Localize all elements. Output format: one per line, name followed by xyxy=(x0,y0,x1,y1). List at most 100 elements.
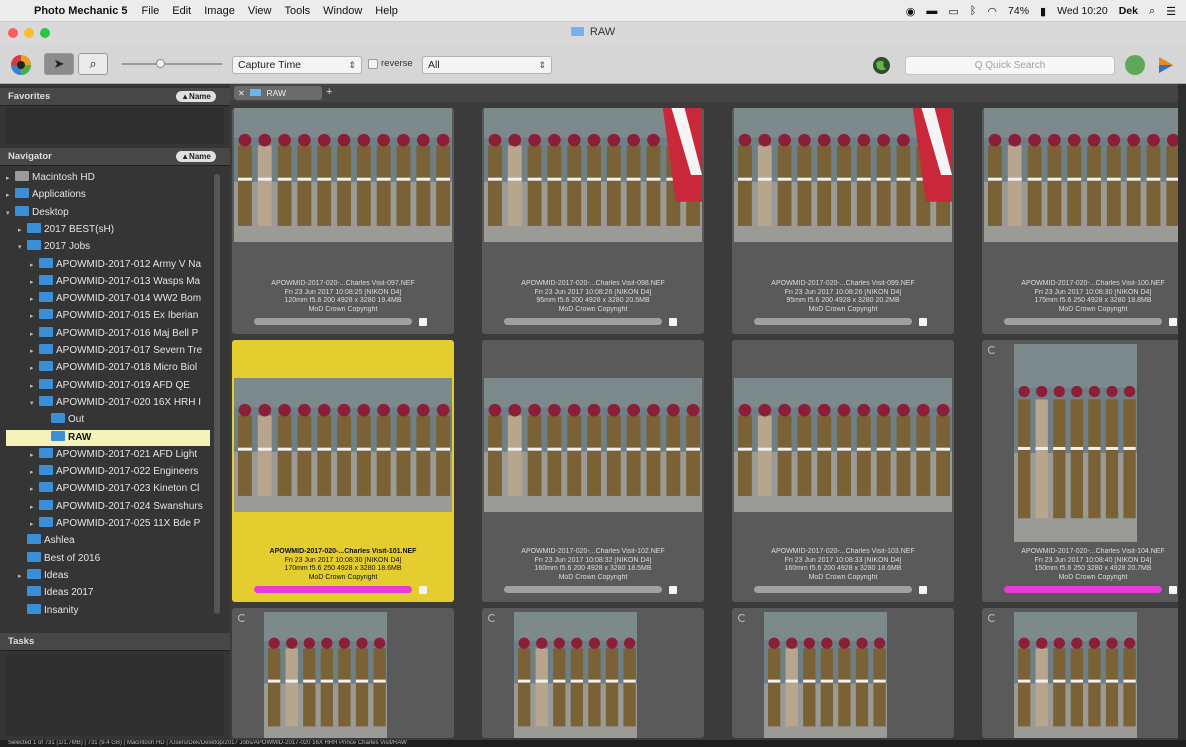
disclosure-triangle-icon[interactable]: ▸ xyxy=(30,465,39,480)
photo-thumbnail[interactable] xyxy=(484,108,702,242)
thumbnail-cell[interactable]: APOWMID-2017-020-...Charles Visit-101.NE… xyxy=(232,340,454,602)
menu-image[interactable]: Image xyxy=(204,5,235,17)
quick-search-input[interactable]: Q Quick Search xyxy=(905,56,1115,75)
slider-knob[interactable] xyxy=(156,59,165,68)
thumbnail-cell[interactable]: APOWMID-2017-020-...Charles Visit-098.NE… xyxy=(482,108,704,334)
tag-checkbox[interactable] xyxy=(919,318,927,326)
navigator-item[interactable]: ▸ APOWMID-2017-013 Wasps Ma xyxy=(30,274,214,290)
navigator-item[interactable]: ▸ 2017 BEST(sH) xyxy=(18,222,214,238)
navigator-item[interactable]: ▸ APOWMID-2017-012 Army V Na xyxy=(30,257,214,273)
sort-select[interactable]: Capture Time ⇕ xyxy=(232,56,362,74)
disclosure-triangle-icon[interactable]: ▸ xyxy=(30,275,39,290)
favorites-sort-button[interactable]: ▲Name xyxy=(176,91,216,102)
navigator-sort-button[interactable]: ▲Name xyxy=(176,151,216,162)
disclosure-triangle-icon[interactable]: ▸ xyxy=(18,569,27,584)
disclosure-triangle-icon[interactable]: ▸ xyxy=(30,517,39,532)
clock[interactable]: Wed 10:20 xyxy=(1057,5,1108,17)
navigator-item[interactable]: ▸ APOWMID-2017-021 AFD Light xyxy=(30,447,214,463)
tag-checkbox[interactable] xyxy=(669,318,677,326)
thumbnail-cell[interactable]: APOWMID-2017-020-...Charles Visit-097.NE… xyxy=(232,108,454,334)
star-rating-bar[interactable] xyxy=(1004,586,1162,593)
navigator-item[interactable]: ▸ APOWMID-2017-022 Engineers xyxy=(30,464,214,480)
close-tab-icon[interactable]: ✕ xyxy=(238,89,245,98)
thumbnail-cell[interactable]: APOWMID-2017-020-...Charles Visit-104.NE… xyxy=(982,340,1186,602)
thumbnail-cell[interactable]: APOWMID-2017-020-...Charles Visit-100.NE… xyxy=(982,108,1186,334)
menu-file[interactable]: File xyxy=(142,5,160,17)
navigator-item[interactable]: ▸ Applications xyxy=(6,187,214,203)
disclosure-triangle-icon[interactable]: ▸ xyxy=(30,448,39,463)
photo-thumbnail[interactable] xyxy=(234,108,452,242)
thumbnail-cell[interactable] xyxy=(982,608,1186,738)
wifi-icon[interactable]: ◠ xyxy=(987,5,997,18)
navigator-item[interactable]: ▸ APOWMID-2017-024 Swanshurs xyxy=(30,499,214,515)
spotlight-icon[interactable]: ⌕ xyxy=(1149,5,1155,18)
tag-checkbox[interactable] xyxy=(919,586,927,594)
disclosure-triangle-icon[interactable]: ▸ xyxy=(30,309,39,324)
photo-thumbnail[interactable] xyxy=(514,612,637,738)
thumbnail-size-slider[interactable] xyxy=(122,59,222,68)
rotate-icon[interactable] xyxy=(738,614,746,622)
disclosure-triangle-icon[interactable]: ▸ xyxy=(30,344,39,359)
navigator-item[interactable]: ▸ APOWMID-2017-025 11X Bde P xyxy=(30,516,214,532)
navigator-item[interactable]: ▸ APOWMID-2017-014 WW2 Bom xyxy=(30,291,214,307)
photo-thumbnail[interactable] xyxy=(734,378,952,512)
star-rating-bar[interactable] xyxy=(254,318,412,325)
navigator-item[interactable]: ▾ APOWMID-2017-020 16X HRH I xyxy=(30,395,214,411)
star-rating-bar[interactable] xyxy=(254,586,412,593)
thumbnail-cell[interactable] xyxy=(482,608,704,738)
camera-icon[interactable]: ◉ xyxy=(906,5,916,18)
disclosure-triangle-icon[interactable]: ▸ xyxy=(18,223,27,238)
navigator-item[interactable]: ▸ APOWMID-2017-016 Maj Bell P xyxy=(30,326,214,342)
user-name[interactable]: Dek xyxy=(1119,5,1138,17)
battery-percent[interactable]: 74% xyxy=(1008,5,1029,17)
filter-select[interactable]: All ⇕ xyxy=(422,56,552,74)
disclosure-triangle-icon[interactable]: ▸ xyxy=(30,482,39,497)
bluetooth-icon[interactable]: ᛒ xyxy=(970,5,977,17)
navigator-item[interactable]: Best of 2016 xyxy=(18,551,214,567)
thumbnail-cell[interactable]: APOWMID-2017-020-...Charles Visit-099.NE… xyxy=(732,108,954,334)
tag-checkbox[interactable] xyxy=(1169,318,1177,326)
star-rating-bar[interactable] xyxy=(504,586,662,593)
menu-help[interactable]: Help xyxy=(375,5,398,17)
photo-thumbnail[interactable] xyxy=(764,612,887,738)
thumbnail-cell[interactable]: APOWMID-2017-020-...Charles Visit-102.NE… xyxy=(482,340,704,602)
disclosure-triangle-icon[interactable]: ▸ xyxy=(30,379,39,394)
photo-thumbnail[interactable] xyxy=(734,108,952,242)
menu-tools[interactable]: Tools xyxy=(284,5,310,17)
upload-arrow-icon[interactable] xyxy=(1156,55,1176,75)
menu-edit[interactable]: Edit xyxy=(172,5,191,17)
add-tab-icon[interactable]: + xyxy=(326,86,332,98)
navigator-item[interactable]: Ashlea xyxy=(18,533,214,549)
star-rating-bar[interactable] xyxy=(1004,318,1162,325)
tag-checkbox[interactable] xyxy=(419,318,427,326)
thumbnail-cell[interactable] xyxy=(232,608,454,738)
photo-thumbnail[interactable] xyxy=(1014,612,1137,738)
tab-raw[interactable]: ✕ RAW xyxy=(234,86,322,100)
navigator-item[interactable]: Insanity xyxy=(18,603,214,619)
navigator-item[interactable]: Ideas 2017 xyxy=(18,585,214,601)
navigator-item[interactable]: RAW xyxy=(6,429,210,446)
disclosure-triangle-icon[interactable]: ▸ xyxy=(30,292,39,307)
navigator-item[interactable]: ▸ Ideas xyxy=(18,568,214,584)
photo-thumbnail[interactable] xyxy=(264,612,387,738)
navigator-item[interactable]: ▾ Desktop xyxy=(6,205,214,221)
color-wheel-icon[interactable] xyxy=(9,53,33,77)
navigator-item[interactable]: ▸ APOWMID-2017-017 Severn Tre xyxy=(30,343,214,359)
reverse-checkbox[interactable] xyxy=(368,59,378,69)
navigator-item[interactable]: ▸ APOWMID-2017-018 Micro Biol xyxy=(30,360,214,376)
tag-checkbox[interactable] xyxy=(669,586,677,594)
airplay-icon[interactable]: ▭ xyxy=(948,5,958,18)
rotate-icon[interactable] xyxy=(988,346,996,354)
disclosure-triangle-icon[interactable]: ▸ xyxy=(6,188,15,203)
menu-window[interactable]: Window xyxy=(323,5,362,17)
disclosure-triangle-icon[interactable]: ▸ xyxy=(30,258,39,273)
navigator-item[interactable]: ▸ APOWMID-2017-015 Ex Iberian xyxy=(30,308,214,324)
disclosure-triangle-icon[interactable]: ▾ xyxy=(30,396,39,411)
navigator-item[interactable]: ▸ APOWMID-2017-023 Kineton Cl xyxy=(30,481,214,497)
globe-share-icon[interactable] xyxy=(872,56,891,75)
star-rating-bar[interactable] xyxy=(754,586,912,593)
disclosure-triangle-icon[interactable]: ▸ xyxy=(30,327,39,342)
star-rating-bar[interactable] xyxy=(504,318,662,325)
photo-thumbnail[interactable] xyxy=(984,108,1186,242)
navigator-item[interactable]: Out xyxy=(42,412,214,428)
